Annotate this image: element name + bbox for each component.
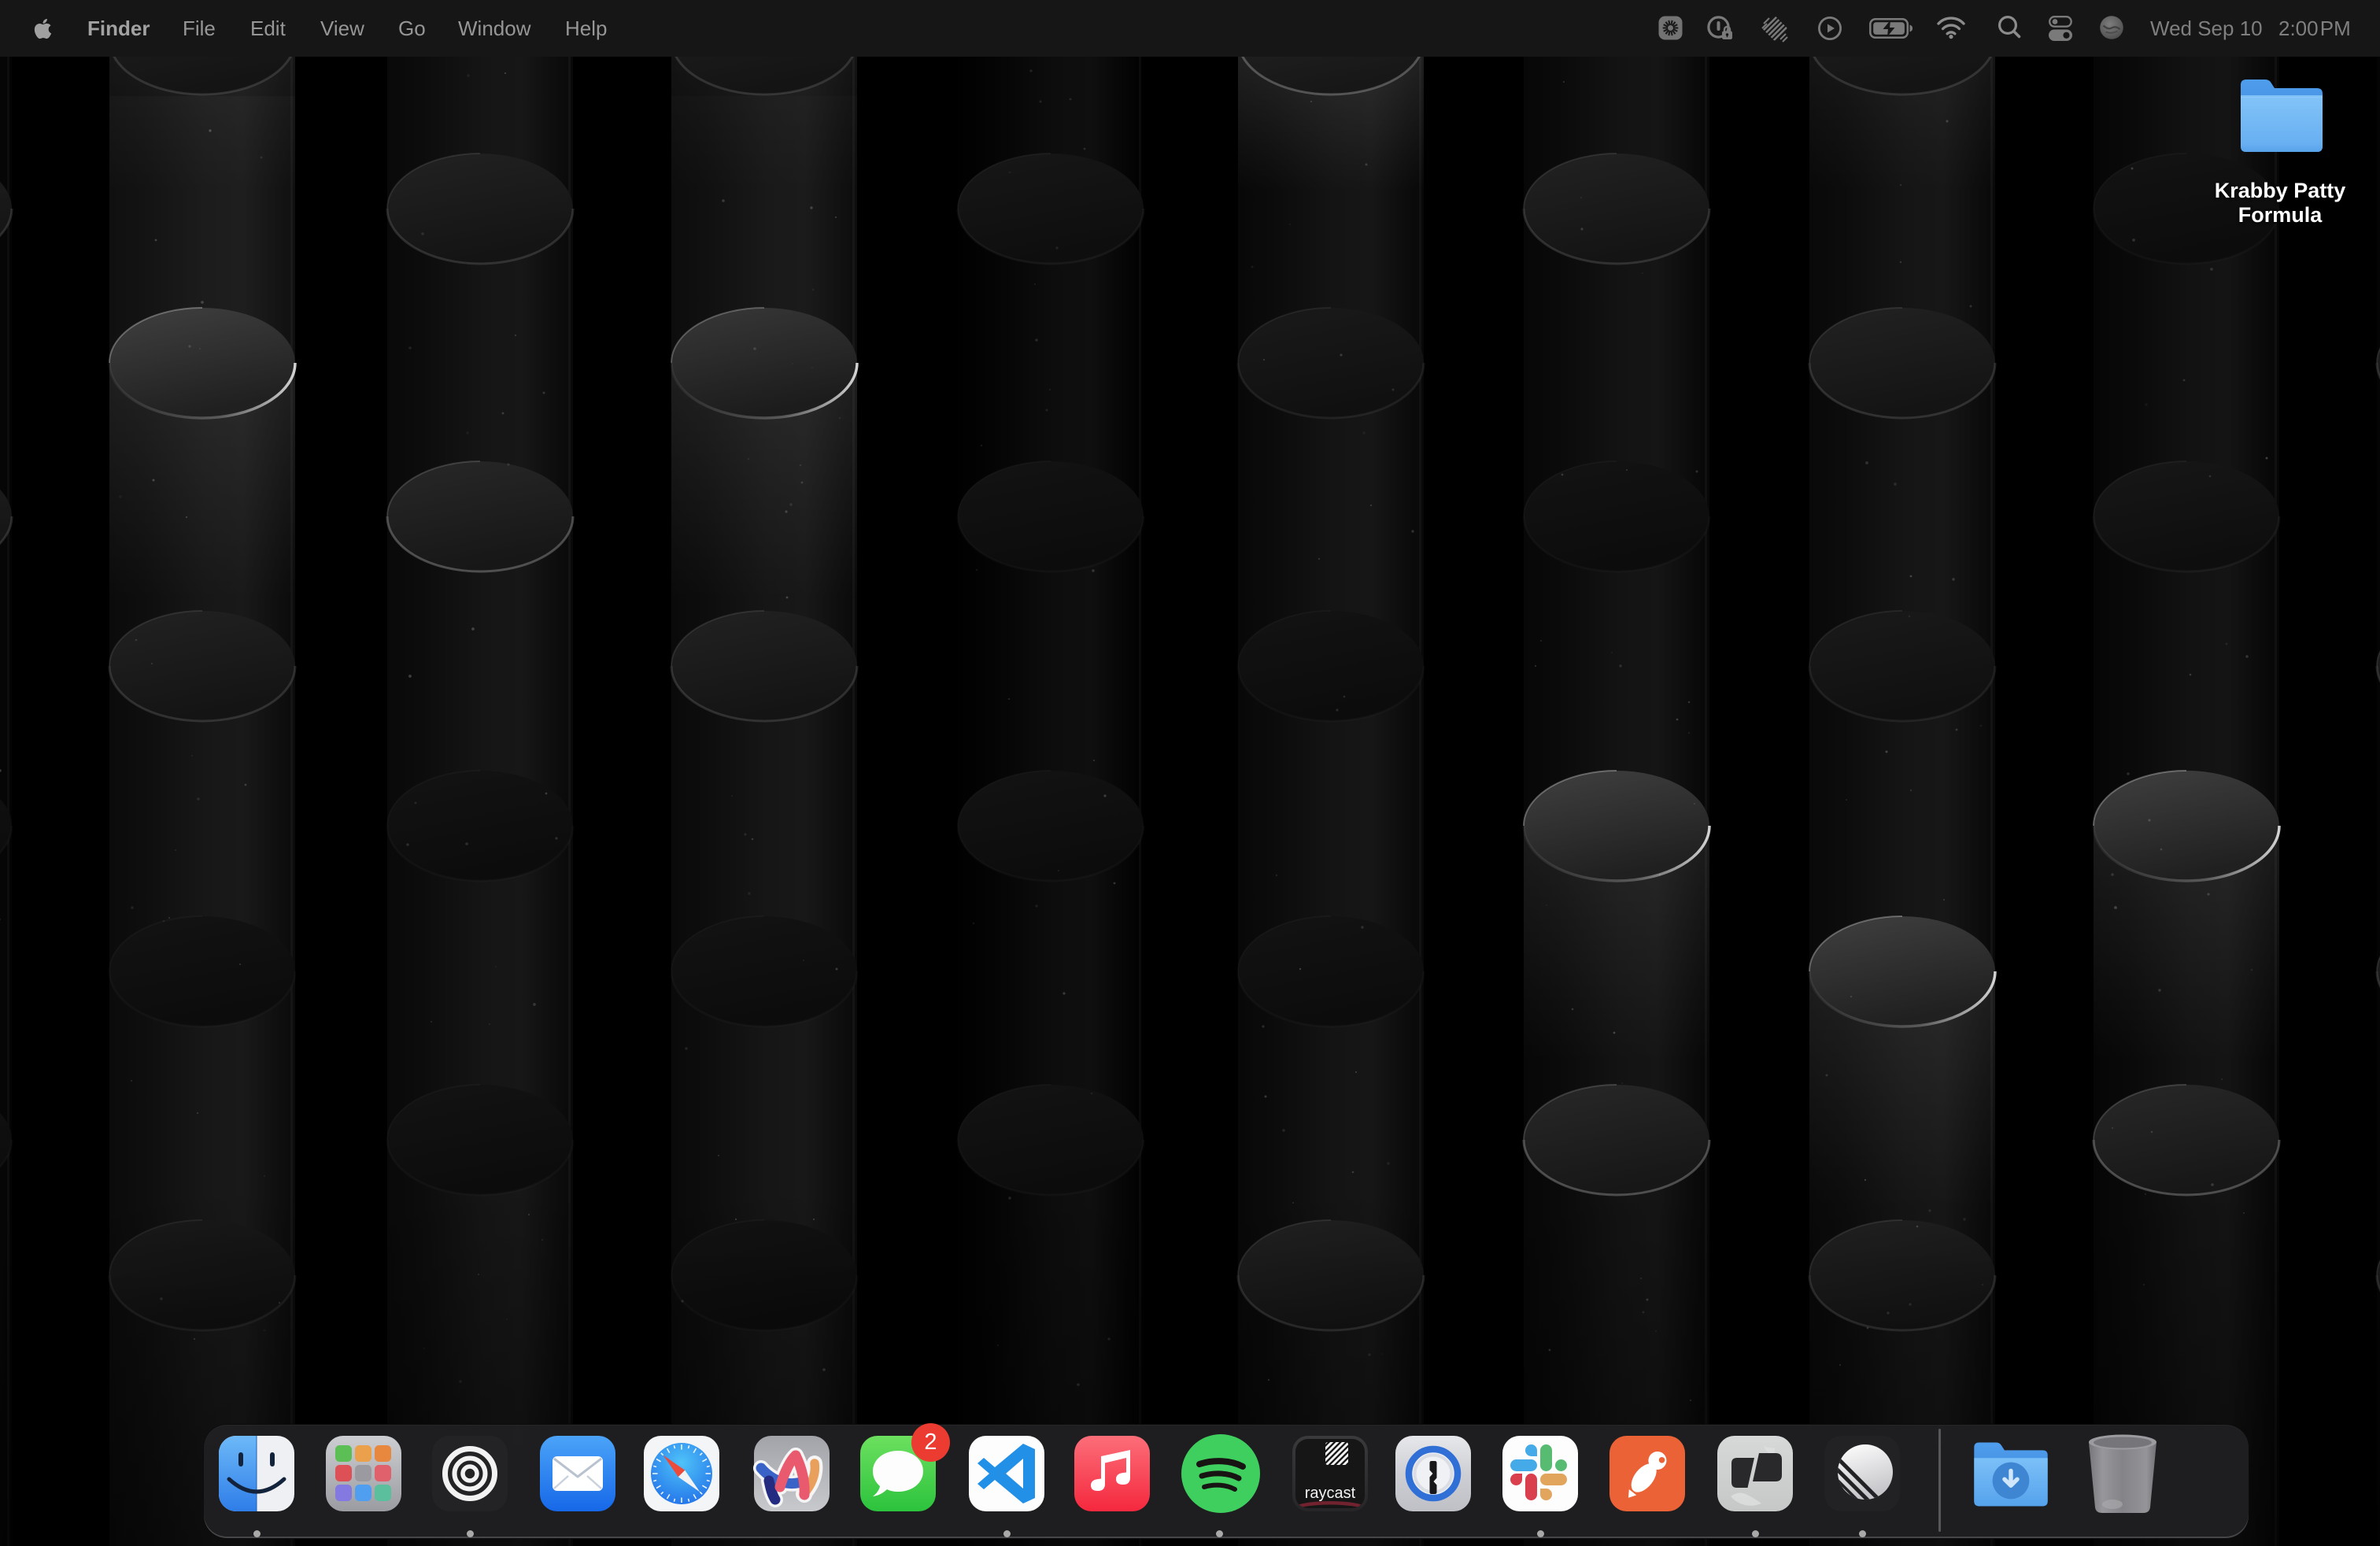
svg-text:raycast: raycast [1305, 1485, 1356, 1502]
